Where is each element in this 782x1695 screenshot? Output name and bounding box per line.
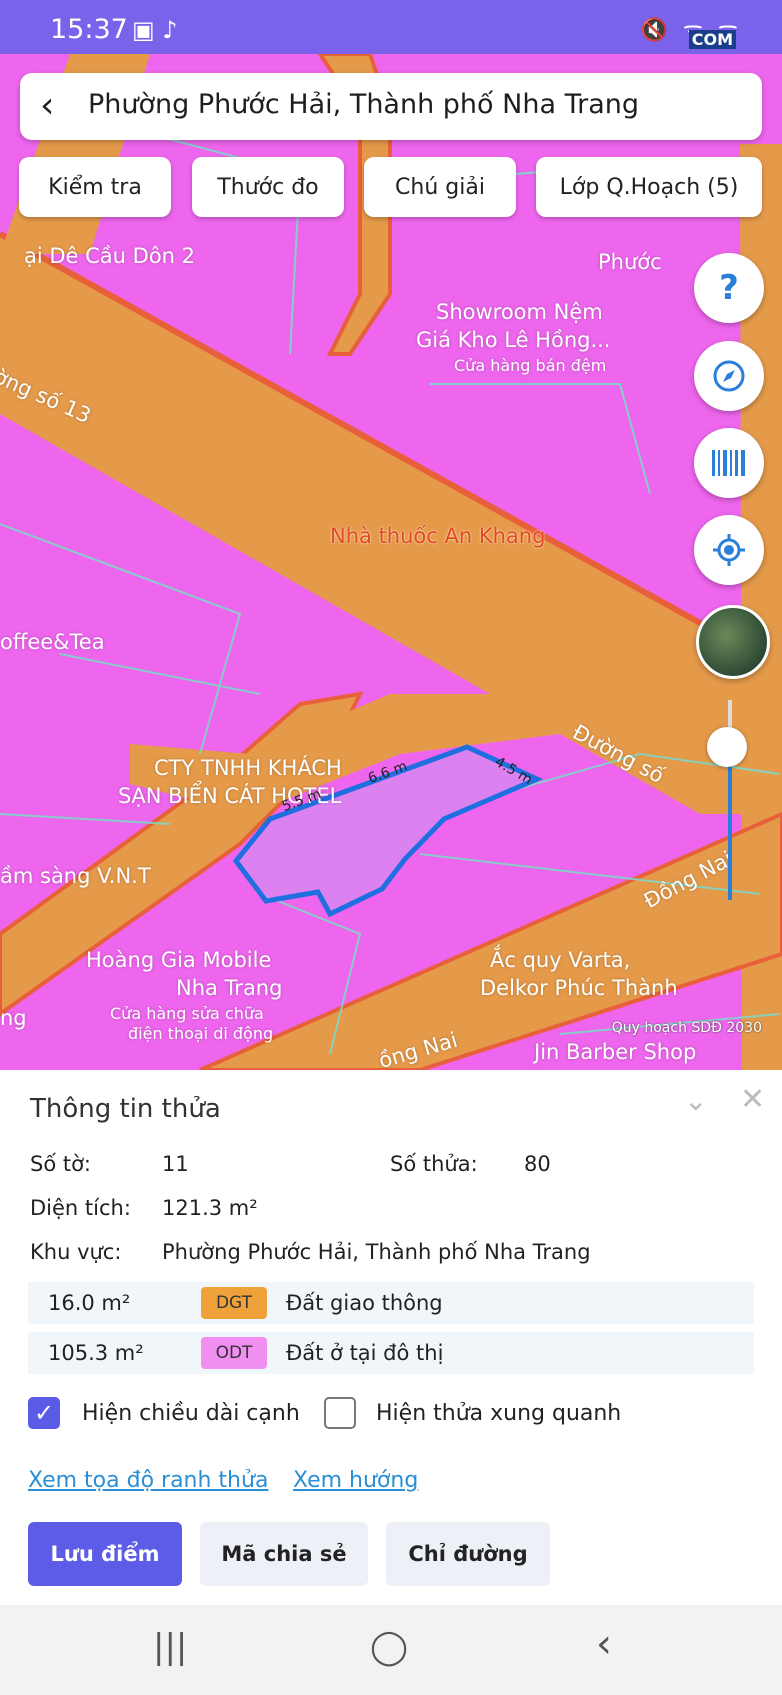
planning-layers-button[interactable]: Lớp Q.Hoạch (5) [536,157,762,217]
land-use-row: 16.0 m² DGT Đất giao thông [28,1282,754,1324]
land-use-code-badge: DGT [201,1287,267,1319]
map-attribution: Quy hoạch SDĐ 2030 [611,1020,762,1036]
notification-icons: ▣ ♪ [132,16,178,44]
map-label: Nha Trang [176,976,283,1000]
map-label: Showroom Nệm [436,300,603,324]
map-label: ng [0,1006,27,1030]
compass-icon[interactable] [694,341,764,411]
map-label: ầm sàng V.N.T [0,864,151,888]
close-icon[interactable]: ✕ [740,1082,765,1117]
land-use-area: 105.3 m² [48,1341,144,1365]
parcel-number-value: 80 [524,1152,551,1176]
map-label: Cửa hàng bán đệm [454,356,607,375]
parcel-number-label: Số thửa: [390,1152,478,1176]
directions-button[interactable]: Chỉ đường [386,1522,550,1586]
land-use-code-badge: ODT [201,1337,267,1369]
satellite-layer-button[interactable] [696,605,770,679]
share-code-button[interactable]: Mã chia sẻ [200,1522,368,1586]
region-label: Khu vực: [30,1240,122,1264]
map-label: Hoàng Gia Mobile [86,948,272,972]
barcode-icon[interactable] [694,428,764,498]
sheet-number-label: Số tờ: [30,1152,92,1176]
land-use-area: 16.0 m² [48,1291,131,1315]
map-label: Giá Kho Lê Hồng... [416,328,611,352]
map-label: ại Dê Cầu Dôn 2 [24,244,196,268]
location-bar[interactable]: ‹ Phường Phước Hải, Thành phố Nha Trang [20,73,762,140]
opacity-slider-fill [728,746,732,900]
show-edges-checkbox[interactable]: ✓ [28,1397,60,1429]
save-point-button[interactable]: Lưu điểm [28,1522,182,1586]
map-label: điện thoại di động [128,1024,274,1043]
compass-icon-svg [713,360,745,392]
sheet-number-value: 11 [162,1152,189,1176]
help-icon[interactable]: ? [694,253,764,323]
my-location-icon[interactable] [694,515,764,585]
measure-button[interactable]: Thước đo [192,157,344,217]
map-label: Cửa hàng sửa chữa [110,1004,264,1023]
recent-apps-icon[interactable]: ||| [153,1627,187,1667]
chevron-down-icon[interactable]: ⌄ [684,1084,707,1117]
sheet-title: Thông tin thửa [30,1094,221,1124]
show-neighbors-checkbox[interactable] [324,1397,356,1429]
check-button[interactable]: Kiểm tra [19,157,171,217]
status-time: 15:37 [50,14,128,45]
back-nav-icon[interactable]: ‹ [596,1621,612,1667]
location-title: Phường Phước Hải, Thành phố Nha Trang [88,89,639,120]
locate-icon-svg [713,534,745,566]
map-label: Phước [598,250,662,274]
map-label: offee&Tea [0,630,105,654]
watermark-logo: COM [688,30,736,49]
region-value: Phường Phước Hải, Thành phố Nha Trang [162,1240,591,1264]
legend-button[interactable]: Chú giải [364,157,516,217]
map-label: Nhà thuốc An Khang [330,524,546,548]
view-boundary-coords-link[interactable]: Xem tọa độ ranh thửa [28,1468,268,1493]
area-value: 121.3 m² [162,1196,258,1220]
map-label: Jin Barber Shop [534,1040,697,1064]
land-use-name: Đất ở tại đô thị [286,1341,444,1365]
home-icon[interactable]: ◯ [370,1627,408,1667]
back-arrow-icon[interactable]: ‹ [40,85,54,126]
map-label: Ắc quy Varta, [490,948,631,972]
barcode-icon-svg [712,450,745,476]
show-edges-label: Hiện chiều dài cạnh [82,1401,300,1426]
opacity-slider-thumb[interactable] [707,727,747,767]
map-label: CTY TNHH KHÁCH [154,756,342,780]
status-bar: 15:37 ▣ ♪ 🔇 ᯤ ᯤ COM [0,0,782,54]
area-label: Diện tích: [30,1196,131,1220]
view-direction-link[interactable]: Xem hướng [293,1468,418,1493]
system-nav-bar: ||| ◯ ‹ [0,1605,782,1695]
land-use-name: Đất giao thông [286,1291,443,1315]
show-neighbors-label: Hiện thửa xung quanh [376,1401,622,1426]
land-use-row: 105.3 m² ODT Đất ở tại đô thị [28,1332,754,1374]
map-label: Delkor Phúc Thành [480,976,678,1000]
